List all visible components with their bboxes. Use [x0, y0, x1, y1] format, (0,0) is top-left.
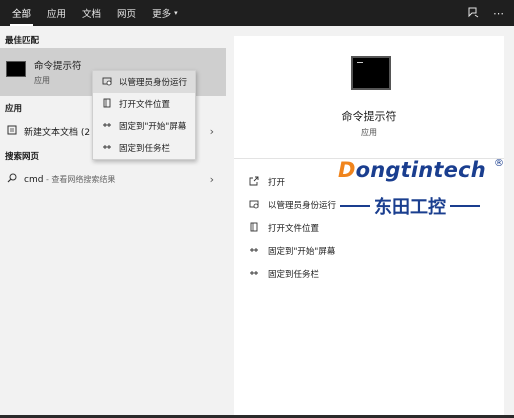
tab-web-label: 网页	[117, 9, 137, 20]
command-prompt-icon	[6, 61, 26, 77]
preview-panel: 命令提示符 应用 打开 以管理员身份运行 打开文件位置 固定到"开始"屏幕 固定…	[234, 36, 504, 416]
ctx-open-file-location[interactable]: 打开文件位置	[93, 93, 195, 115]
watermark-line-right	[450, 205, 480, 207]
tab-docs[interactable]: 文档	[74, 0, 109, 26]
ctx-open-file-location-label: 打开文件位置	[119, 100, 171, 110]
tab-apps-label: 应用	[47, 9, 67, 20]
action-pin-to-taskbar-label: 固定到任务栏	[268, 269, 320, 280]
watermark-cn-text: 东田工控	[374, 197, 446, 218]
tab-all[interactable]: 全部	[4, 0, 39, 26]
web-heading: 搜索网页	[5, 152, 40, 162]
web-result-sub: - 查看网络搜索结果	[43, 174, 116, 184]
web-result-query: cmd	[24, 174, 44, 185]
tab-docs-label: 文档	[82, 9, 102, 20]
search-icon	[6, 173, 18, 186]
watermark-line-left	[340, 205, 370, 207]
shield-run-icon	[101, 76, 113, 88]
apps-heading: 应用	[5, 104, 23, 114]
feedback-icon[interactable]	[467, 6, 479, 21]
top-bar: 全部 应用 文档 网页 更多 ▾ ⋯	[0, 0, 514, 26]
text-document-icon	[6, 125, 18, 138]
ctx-run-as-admin-label: 以管理员身份运行	[119, 78, 188, 88]
top-icons: ⋯	[467, 0, 504, 26]
action-run-as-admin-label: 以管理员身份运行	[268, 200, 337, 211]
best-match-name: 命令提示符	[34, 61, 82, 72]
preview-app-type: 应用	[361, 128, 377, 137]
preview-actions: 打开 以管理员身份运行 打开文件位置 固定到"开始"屏幕 固定到任务栏	[248, 170, 336, 285]
watermark-chinese: 东田工控	[340, 193, 480, 219]
tab-all-label: 全部	[12, 9, 32, 20]
chevron-right-icon[interactable]: ›	[210, 125, 214, 138]
tab-more-label: 更多	[152, 9, 172, 20]
open-icon	[248, 176, 260, 188]
pin-icon	[248, 245, 260, 257]
pin-icon	[101, 142, 113, 154]
action-open-label: 打开	[268, 177, 286, 188]
chevron-down-icon: ▾	[174, 9, 178, 17]
action-pin-to-start[interactable]: 固定到"开始"屏幕	[248, 239, 336, 262]
context-menu: 以管理员身份运行 打开文件位置 固定到"开始"屏幕 固定到任务栏	[92, 70, 196, 160]
action-open-file-location[interactable]: 打开文件位置	[248, 216, 336, 239]
watermark-latin: Dongtintech	[338, 158, 508, 182]
search-window: 全部 应用 文档 网页 更多 ▾ ⋯ 最佳匹配 命令提示符 应用 应用 新建文本文…	[0, 0, 514, 418]
action-pin-to-taskbar[interactable]: 固定到任务栏	[248, 262, 336, 285]
watermark-latin-first: D	[338, 158, 356, 182]
best-match-heading: 最佳匹配	[5, 36, 40, 46]
pin-icon	[248, 268, 260, 280]
ctx-pin-to-taskbar[interactable]: 固定到任务栏	[93, 137, 195, 159]
more-options-icon[interactable]: ⋯	[493, 7, 504, 20]
ctx-pin-to-start[interactable]: 固定到"开始"屏幕	[93, 115, 195, 137]
ctx-pin-to-taskbar-label: 固定到任务栏	[119, 144, 171, 154]
command-prompt-icon	[351, 56, 391, 90]
chevron-right-icon[interactable]: ›	[210, 173, 214, 186]
best-match-type: 应用	[34, 76, 50, 85]
tab-more[interactable]: 更多 ▾	[144, 0, 186, 26]
tab-apps[interactable]: 应用	[39, 0, 74, 26]
watermark-logo: Dongtintech ® 东田工控	[338, 158, 508, 220]
web-result-text: cmd - 查看网络搜索结果	[24, 174, 115, 185]
app-result-label: 新建文本文档 (2	[24, 127, 91, 138]
shield-run-icon	[248, 199, 260, 211]
watermark-latin-rest: ongtintech	[355, 158, 486, 182]
file-location-icon	[101, 98, 113, 110]
preview-app-name: 命令提示符	[341, 110, 397, 123]
window-edge	[508, 26, 514, 418]
registered-mark: ®	[494, 158, 504, 169]
tab-web[interactable]: 网页	[109, 0, 144, 26]
ctx-run-as-admin[interactable]: 以管理员身份运行	[93, 71, 195, 93]
web-result-item[interactable]: cmd - 查看网络搜索结果 ›	[0, 168, 226, 190]
search-tabs: 全部 应用 文档 网页 更多 ▾	[0, 0, 186, 26]
ctx-pin-to-start-label: 固定到"开始"屏幕	[119, 122, 187, 132]
pin-icon	[101, 120, 113, 132]
action-open-file-location-label: 打开文件位置	[268, 223, 320, 234]
action-pin-to-start-label: 固定到"开始"屏幕	[268, 246, 336, 257]
action-run-as-admin[interactable]: 以管理员身份运行	[248, 193, 336, 216]
action-open[interactable]: 打开	[248, 170, 336, 193]
file-location-icon	[248, 222, 260, 234]
